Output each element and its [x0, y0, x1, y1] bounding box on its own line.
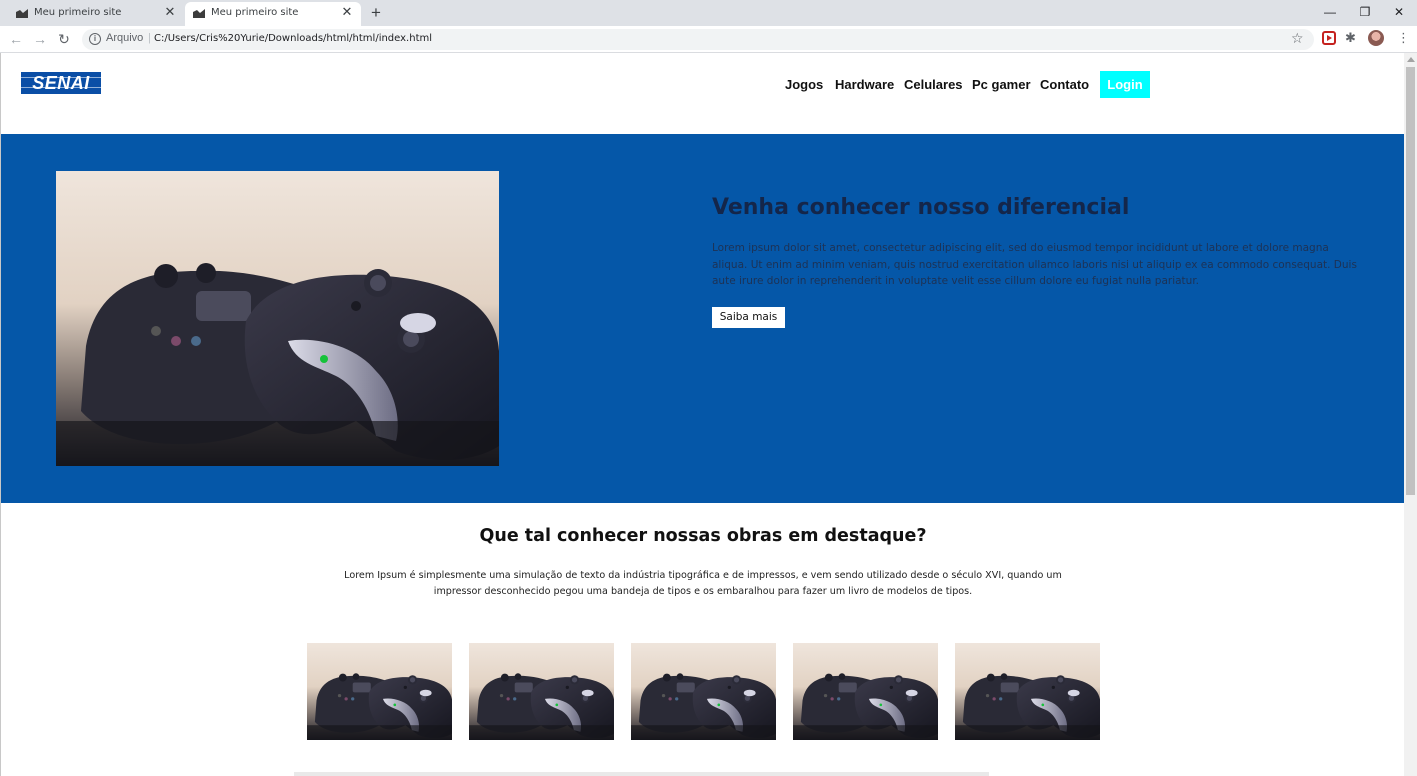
page-viewport: SENAI Jogos Hardware Celulares Pc gamer …: [0, 53, 1404, 776]
scrollbar-thumb[interactable]: [1406, 67, 1415, 495]
extension-red-icon[interactable]: [1322, 31, 1336, 45]
scroll-up-icon[interactable]: [1407, 57, 1415, 62]
featured-title: Que tal conhecer nossas obras em destaqu…: [479, 526, 927, 546]
reload-icon[interactable]: ↻: [55, 30, 73, 48]
nav-contato[interactable]: Contato: [1040, 77, 1089, 93]
info-icon[interactable]: i: [89, 33, 101, 45]
nav-hardware[interactable]: Hardware: [835, 77, 894, 93]
address-separator: |: [148, 32, 151, 44]
page-scrollbar[interactable]: [1404, 53, 1417, 776]
hero-text: Lorem ipsum dolor sit amet, consectetur …: [712, 242, 1357, 287]
address-url[interactable]: C:/Users/Cris%20Yurie/Downloads/html/htm…: [154, 33, 432, 44]
address-bar[interactable]: i Arquivo | C:/Users/Cris%20Yurie/Downlo…: [82, 29, 1314, 50]
login-button[interactable]: Login: [1100, 71, 1150, 98]
forward-icon[interactable]: →: [31, 30, 49, 48]
extensions-puzzle-icon[interactable]: ✱: [1345, 31, 1359, 45]
nav-pc-gamer[interactable]: Pc gamer: [972, 77, 1031, 93]
back-icon[interactable]: ←: [7, 30, 25, 48]
minimize-icon[interactable]: —: [1313, 0, 1347, 24]
address-scheme-label: Arquivo: [106, 32, 144, 44]
hero-title: Venha conhecer nosso diferencial: [712, 195, 1130, 220]
profile-avatar[interactable]: [1368, 30, 1384, 46]
featured-thumbnail[interactable]: [955, 643, 1100, 740]
browser-toolbar: ← → ↻ i Arquivo | C:/Users/Cris%20Yurie/…: [0, 26, 1417, 53]
tab-close-icon[interactable]: ✕: [162, 4, 178, 20]
featured-text: Lorem Ipsum é simplesmente uma simulação…: [344, 570, 1062, 597]
window-close-icon[interactable]: ✕: [1382, 0, 1416, 24]
tab-close-icon[interactable]: ✕: [339, 4, 355, 20]
saiba-mais-button[interactable]: Saiba mais: [712, 307, 785, 328]
nav-jogos[interactable]: Jogos: [785, 77, 823, 93]
hero-controllers-image: [56, 171, 499, 466]
senai-logo[interactable]: SENAI: [21, 72, 101, 94]
restore-icon[interactable]: ❐: [1348, 0, 1382, 24]
featured-thumbnail[interactable]: [469, 643, 614, 740]
tab-title: Meu primeiro site: [34, 7, 122, 18]
kebab-menu-icon[interactable]: ⋮: [1397, 30, 1410, 46]
featured-thumbnail[interactable]: [631, 643, 776, 740]
tab-title: Meu primeiro site: [211, 7, 299, 18]
footer-divider: [294, 772, 989, 776]
bookmark-star-icon[interactable]: ☆: [1291, 30, 1304, 47]
page-favicon-icon: [193, 9, 205, 18]
featured-thumbnail[interactable]: [307, 643, 452, 740]
page-favicon-icon: [16, 9, 28, 18]
tab-strip: Meu primeiro site ✕ Meu primeiro site ✕ …: [0, 0, 1417, 26]
nav-celulares[interactable]: Celulares: [904, 77, 963, 93]
tab-inactive[interactable]: Meu primeiro site ✕: [8, 2, 184, 26]
hero-section: Venha conhecer nosso diferencial Lorem i…: [1, 134, 1404, 503]
logo-text: SENAI: [32, 73, 90, 93]
featured-thumbnail[interactable]: [793, 643, 938, 740]
tab-active[interactable]: Meu primeiro site ✕: [185, 2, 361, 26]
new-tab-icon[interactable]: +: [367, 4, 385, 22]
